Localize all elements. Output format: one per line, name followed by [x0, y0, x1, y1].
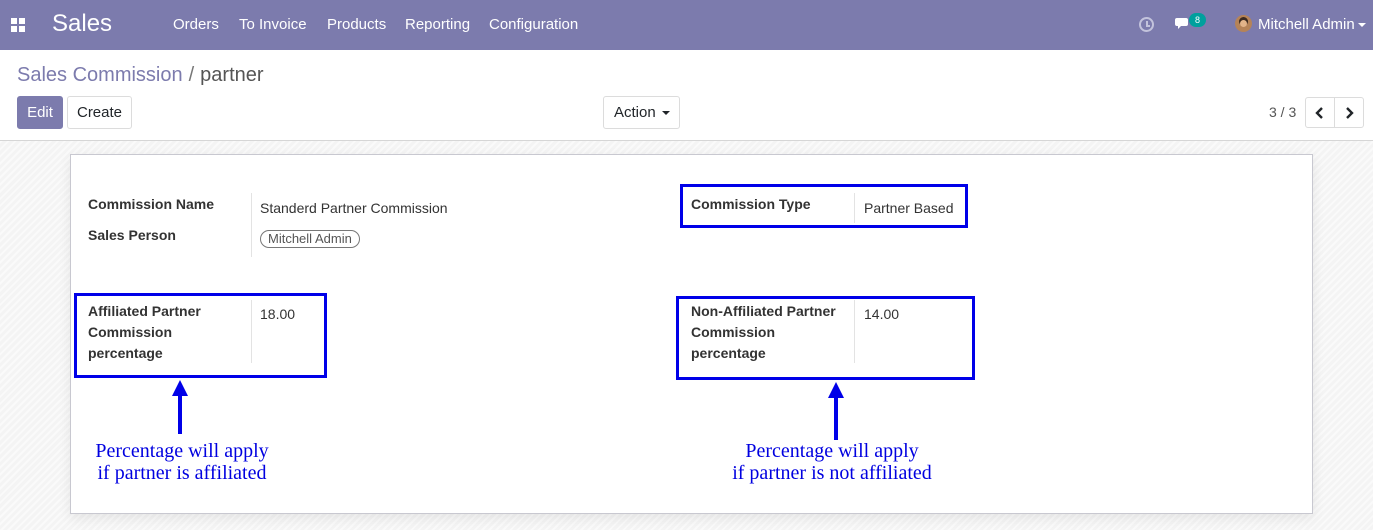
action-label: Action	[614, 104, 656, 121]
caret-down-icon[interactable]	[1358, 23, 1366, 27]
field-divider	[251, 300, 252, 363]
pager-next-button[interactable]	[1334, 97, 1364, 128]
chevron-left-icon	[1315, 107, 1323, 119]
arrow-up-icon	[828, 382, 844, 440]
commission-name-label: Commission Name	[88, 196, 215, 212]
apps-menu-icon[interactable]	[11, 18, 25, 32]
menu-configuration[interactable]: Configuration	[489, 16, 578, 33]
non-affiliated-annotation: Percentage will apply if partner is not …	[722, 440, 942, 484]
affiliated-percentage-label: Affiliated Partner Commission percentage	[88, 303, 201, 361]
top-navbar: Sales Orders To Invoice Products Reporti…	[0, 0, 1373, 50]
annotation-line: if partner is affiliated	[97, 462, 267, 484]
action-dropdown-button[interactable]: Action	[603, 96, 680, 129]
field-divider	[854, 193, 855, 223]
create-button[interactable]: Create	[67, 96, 132, 129]
caret-down-icon	[662, 111, 670, 115]
affiliated-annotation: Percentage will apply if partner is affi…	[92, 440, 272, 484]
annotation-line: if partner is not affiliated	[732, 462, 932, 484]
app-title[interactable]: Sales	[52, 10, 112, 38]
breadcrumb: Sales Commission / partner	[17, 64, 264, 87]
field-divider	[251, 193, 252, 257]
non-affiliated-percentage-value: 14.00	[864, 306, 900, 322]
field-divider	[854, 300, 855, 363]
breadcrumb-parent[interactable]: Sales Commission	[17, 64, 183, 86]
sales-person-tag[interactable]: Mitchell Admin	[260, 230, 360, 248]
arrow-up-icon	[172, 380, 188, 434]
pager-value[interactable]: 3 / 3	[1269, 104, 1296, 120]
menu-reporting[interactable]: Reporting	[405, 16, 470, 33]
chevron-right-icon	[1346, 107, 1354, 119]
edit-button[interactable]: Edit	[17, 96, 63, 129]
user-menu-name[interactable]: Mitchell Admin	[1258, 16, 1355, 33]
commission-type-value: Partner Based	[864, 200, 954, 216]
sales-person-label: Sales Person	[88, 227, 176, 243]
annotation-line: Percentage will apply	[95, 440, 269, 462]
commission-name-value: Standerd Partner Commission	[260, 200, 448, 216]
menu-orders[interactable]: Orders	[173, 16, 219, 33]
clock-icon[interactable]	[1139, 17, 1154, 32]
annotation-line: Percentage will apply	[745, 440, 919, 462]
chat-count-badge: 8	[1189, 13, 1206, 27]
pager-previous-button[interactable]	[1305, 97, 1335, 128]
breadcrumb-current: partner	[200, 64, 264, 86]
affiliated-percentage-value: 18.00	[260, 306, 296, 322]
menu-to-invoice[interactable]: To Invoice	[239, 16, 307, 33]
non-affiliated-percentage-label: Non-Affiliated Partner Commission percen…	[691, 303, 836, 361]
breadcrumb-separator: /	[188, 64, 195, 86]
commission-type-label: Commission Type	[691, 196, 811, 212]
menu-products[interactable]: Products	[327, 16, 386, 33]
avatar[interactable]	[1235, 15, 1252, 32]
